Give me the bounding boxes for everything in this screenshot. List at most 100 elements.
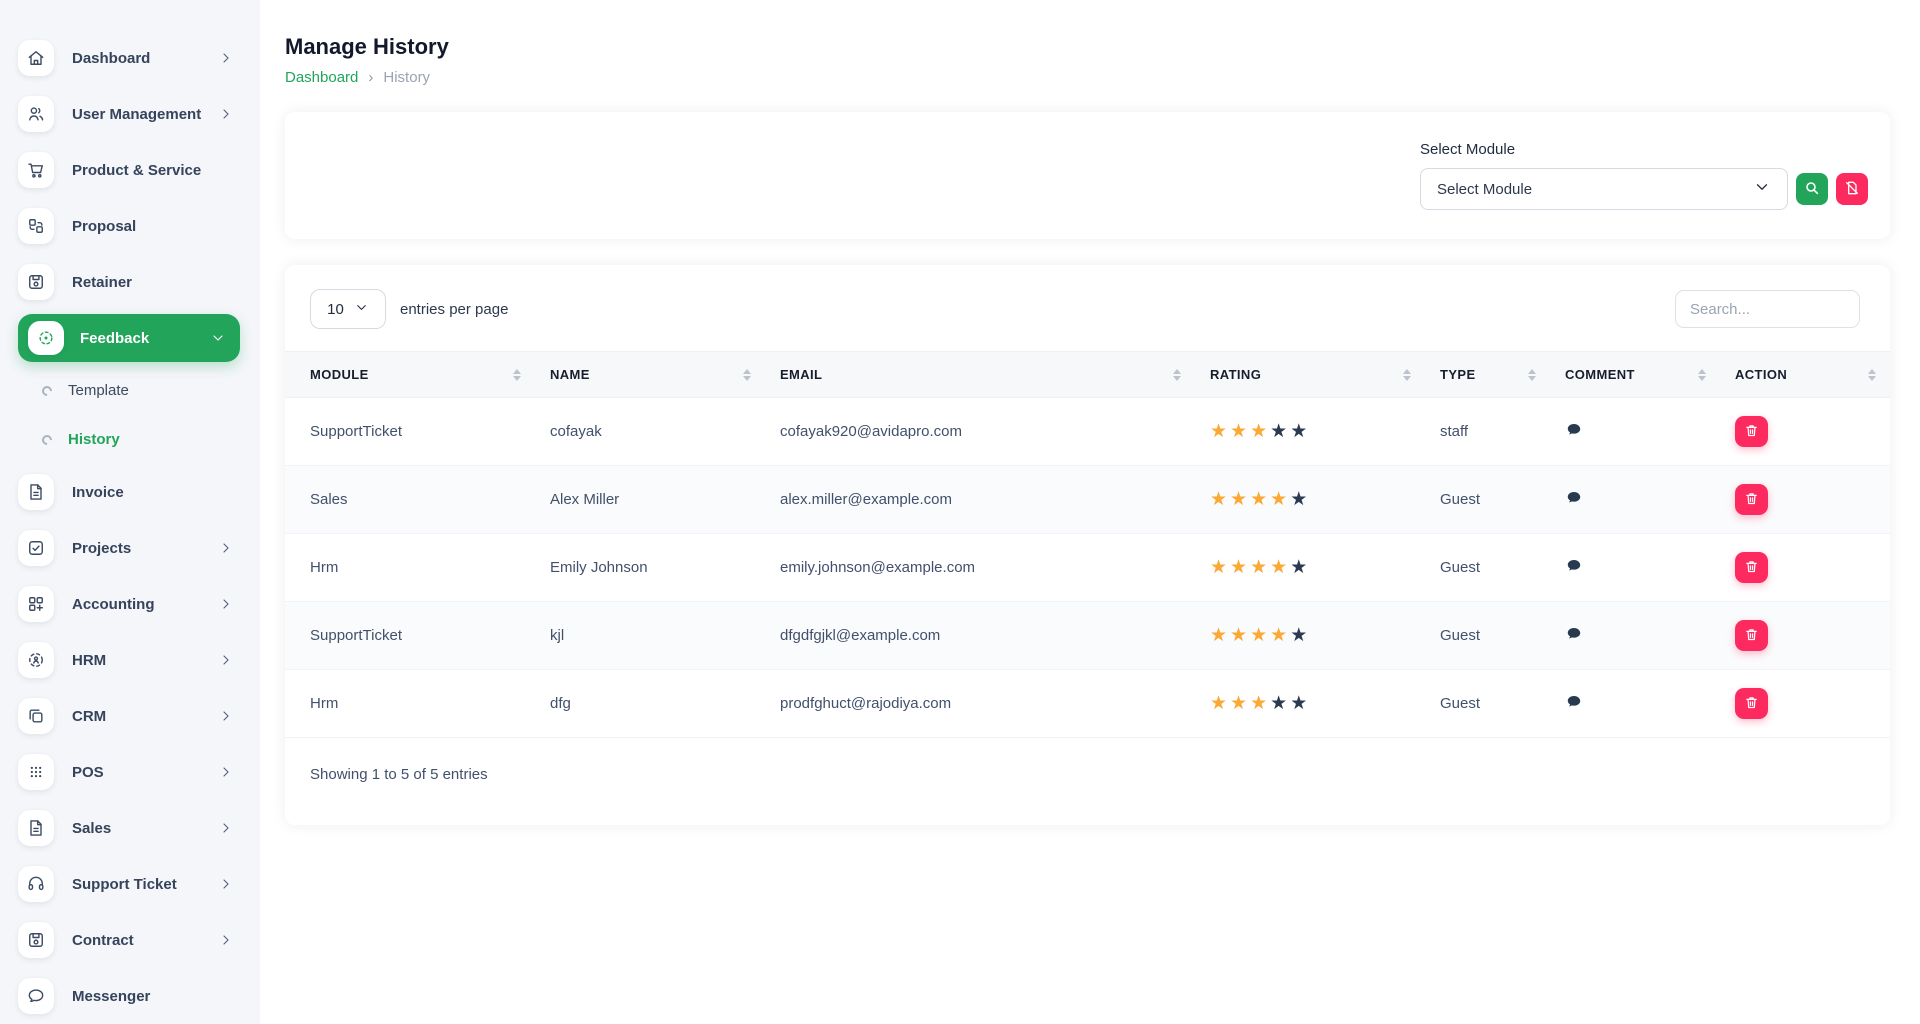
- module-select-value: Select Module: [1437, 181, 1532, 198]
- sidebar-item-crm[interactable]: CRM: [0, 688, 260, 744]
- star-filled-icon: ★: [1230, 625, 1250, 646]
- star-rating: ★★★★★: [1210, 489, 1310, 510]
- delete-button[interactable]: [1735, 620, 1768, 651]
- sidebar-item-sales[interactable]: Sales: [0, 800, 260, 856]
- chevron-right-icon: [218, 820, 234, 836]
- sidebar-item-product-service[interactable]: Product & Service: [0, 142, 260, 198]
- column-header-label: ACTION: [1735, 367, 1787, 382]
- apply-filter-button[interactable]: [1796, 173, 1828, 205]
- sidebar-item-retainer[interactable]: Retainer: [0, 254, 260, 310]
- breadcrumb-separator-icon: ›: [368, 69, 373, 86]
- breadcrumb-dashboard-link[interactable]: Dashboard: [285, 69, 358, 86]
- cell-action: [1720, 670, 1890, 738]
- home-icon: [18, 40, 54, 76]
- delete-button[interactable]: [1735, 688, 1768, 719]
- comment-icon[interactable]: [1565, 625, 1583, 643]
- star-empty-icon: ★: [1290, 625, 1310, 646]
- star-filled-icon: ★: [1230, 421, 1250, 442]
- star-filled-icon: ★: [1270, 557, 1290, 578]
- sort-arrows-icon: [1868, 369, 1876, 381]
- sort-arrows-icon: [1403, 369, 1411, 381]
- sidebar-item-label: Contract: [72, 932, 218, 949]
- column-header-label: MODULE: [310, 367, 369, 382]
- chevron-right-icon: [218, 652, 234, 668]
- sidebar-item-contract[interactable]: Contract: [0, 912, 260, 968]
- star-filled-icon: ★: [1250, 625, 1270, 646]
- star-filled-icon: ★: [1210, 693, 1230, 714]
- module-select[interactable]: Select Module: [1420, 168, 1788, 210]
- hrm-icon: [18, 642, 54, 678]
- star-filled-icon: ★: [1210, 625, 1230, 646]
- table-card: 10 entries per page MODULENAMEEMAILRATIN…: [285, 265, 1890, 825]
- column-header-name[interactable]: NAME: [535, 352, 765, 398]
- trash-icon: [1744, 491, 1759, 509]
- sidebar-item-proposal[interactable]: Proposal: [0, 198, 260, 254]
- cell-name: kjl: [535, 602, 765, 670]
- comment-icon[interactable]: [1565, 421, 1583, 439]
- sidebar-item-messenger[interactable]: Messenger: [0, 968, 260, 1024]
- feedback-icon: [28, 321, 64, 355]
- sidebar-item-feedback[interactable]: Feedback: [18, 314, 240, 362]
- column-header-rating[interactable]: RATING: [1195, 352, 1425, 398]
- sort-arrows-icon: [1173, 369, 1181, 381]
- cell-email: prodfghuct@rajodiya.com: [765, 670, 1195, 738]
- sidebar-item-invoice[interactable]: Invoice: [0, 464, 260, 520]
- crm-icon: [18, 698, 54, 734]
- entries-per-page-value: 10: [327, 301, 344, 318]
- delete-button[interactable]: [1735, 484, 1768, 515]
- search-input[interactable]: [1675, 290, 1860, 328]
- sidebar-item-label: Proposal: [72, 218, 260, 235]
- chevron-right-icon: [218, 932, 234, 948]
- sidebar-item-label: Projects: [72, 540, 218, 557]
- sidebar-subitem-history[interactable]: History: [0, 415, 260, 464]
- sidebar-subitem-template[interactable]: Template: [0, 366, 260, 415]
- cell-email: emily.johnson@example.com: [765, 534, 1195, 602]
- trash-icon: [1744, 559, 1759, 577]
- cell-action: [1720, 534, 1890, 602]
- sidebar-item-accounting[interactable]: Accounting: [0, 576, 260, 632]
- sidebar-item-projects[interactable]: Projects: [0, 520, 260, 576]
- cell-rating: ★★★★★: [1195, 466, 1425, 534]
- star-filled-icon: ★: [1230, 557, 1250, 578]
- cell-module: SupportTicket: [285, 602, 535, 670]
- column-header-action[interactable]: ACTION: [1720, 352, 1890, 398]
- projects-icon: [18, 530, 54, 566]
- sidebar-item-hrm[interactable]: HRM: [0, 632, 260, 688]
- delete-button[interactable]: [1735, 552, 1768, 583]
- comment-icon[interactable]: [1565, 557, 1583, 575]
- column-header-module[interactable]: MODULE: [285, 352, 535, 398]
- comment-icon[interactable]: [1565, 489, 1583, 507]
- star-empty-icon: ★: [1290, 421, 1310, 442]
- history-table: MODULE NAME EMAIL RATINGTYPECOMMENT ACTION S…: [285, 351, 1890, 738]
- delete-button[interactable]: [1735, 416, 1768, 447]
- column-header-label: EMAIL: [780, 367, 822, 382]
- chevron-down-icon: [210, 330, 226, 346]
- accounting-icon: [18, 586, 54, 622]
- comment-icon[interactable]: [1565, 693, 1583, 711]
- column-header-email[interactable]: EMAIL: [765, 352, 1195, 398]
- sidebar-subitem-label: Template: [68, 382, 129, 399]
- cell-name: dfg: [535, 670, 765, 738]
- cell-rating: ★★★★★: [1195, 670, 1425, 738]
- chevron-down-icon: [354, 300, 369, 319]
- cell-email: alex.miller@example.com: [765, 466, 1195, 534]
- filter-group: Select Module Select Module: [1420, 141, 1868, 210]
- star-filled-icon: ★: [1230, 489, 1250, 510]
- cell-comment: [1550, 670, 1720, 738]
- column-header-comment[interactable]: COMMENT: [1550, 352, 1720, 398]
- sidebar-item-user-management[interactable]: User Management: [0, 86, 260, 142]
- star-filled-icon: ★: [1270, 625, 1290, 646]
- cell-rating: ★★★★★: [1195, 534, 1425, 602]
- chevron-right-icon: [218, 764, 234, 780]
- cell-rating: ★★★★★: [1195, 602, 1425, 670]
- sidebar-item-label: Support Ticket: [72, 876, 218, 893]
- sidebar-item-dashboard[interactable]: Dashboard: [0, 30, 260, 86]
- clear-filter-button[interactable]: [1836, 173, 1868, 205]
- trash-icon: [1744, 423, 1759, 441]
- star-filled-icon: ★: [1210, 489, 1230, 510]
- column-header-type[interactable]: TYPE: [1425, 352, 1550, 398]
- sidebar-item-support-ticket[interactable]: Support Ticket: [0, 856, 260, 912]
- cell-type: Guest: [1425, 602, 1550, 670]
- entries-per-page-select[interactable]: 10: [310, 289, 386, 329]
- sidebar-item-pos[interactable]: POS: [0, 744, 260, 800]
